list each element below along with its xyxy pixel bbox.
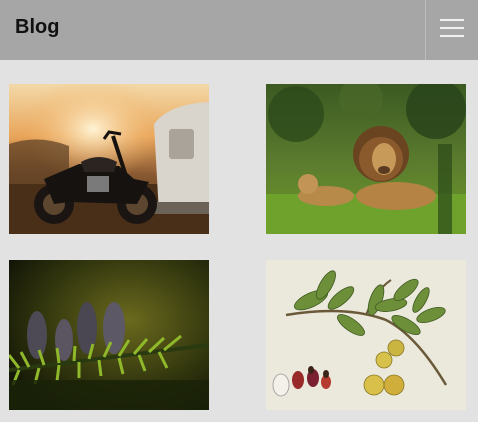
hamburger-menu-icon — [440, 19, 464, 37]
botanical-nutmeg-illustration — [266, 260, 466, 410]
gallery-item-pine-cones[interactable] — [9, 260, 209, 410]
gallery-item-lions[interactable] — [266, 84, 466, 234]
app-header: Blog — [0, 0, 478, 60]
motorcycle-camper-sunset-photo — [9, 84, 209, 234]
page-title: Blog — [15, 16, 60, 38]
lions-in-grass-photo — [266, 84, 466, 234]
pine-cones-on-branch-photo — [9, 260, 209, 410]
gallery-item-botanical[interactable] — [266, 260, 466, 410]
menu-button[interactable] — [425, 0, 478, 60]
gallery-item-motorcycle[interactable] — [9, 84, 209, 234]
